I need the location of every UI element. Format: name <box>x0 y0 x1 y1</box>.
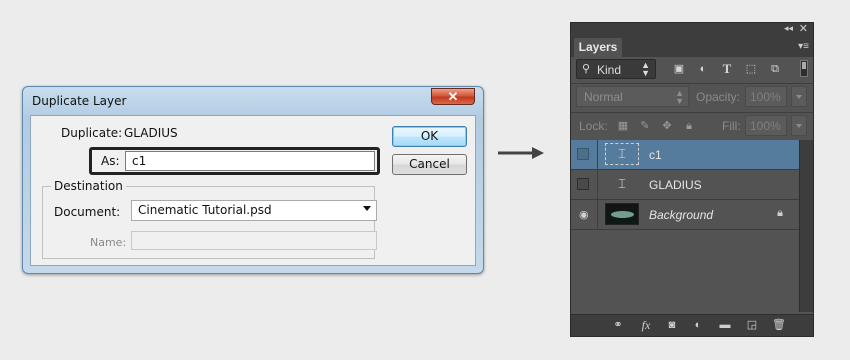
layer-name[interactable]: c1 <box>649 148 662 162</box>
lock-pixels-icon[interactable]: ✎ <box>639 120 651 132</box>
duplicate-value: GLADIUS <box>124 126 178 140</box>
as-label: As: <box>101 154 120 168</box>
blend-mode-select[interactable]: Normal ▲ ▼ <box>576 86 689 107</box>
lock-icon: 🔒︎ <box>777 207 783 219</box>
fill-label: Fill: <box>722 119 741 133</box>
blend-mode-value: Normal <box>584 90 623 104</box>
smart-object-filter-icon[interactable]: ⧉ <box>769 63 781 75</box>
as-field-highlight: As: c1 <box>89 147 380 175</box>
updown-icon: ▲ ▼ <box>675 88 684 106</box>
type-filter-icon[interactable]: T <box>721 62 733 75</box>
eye-icon[interactable]: ◉ <box>579 208 589 221</box>
adjustment-filter-icon[interactable]: ◐ <box>697 63 709 75</box>
kind-filter-value: Kind <box>597 63 622 77</box>
document-select[interactable]: Cinematic Tutorial.psd <box>131 200 377 221</box>
separator <box>571 112 813 113</box>
fx-icon[interactable]: fx <box>639 318 653 332</box>
layer-row-c1[interactable]: ⌶ c1 <box>571 140 799 170</box>
updown-icon: ▲ ▼ <box>641 60 650 78</box>
search-icon: ⚲ <box>582 63 591 75</box>
close-button[interactable]: ✕ <box>431 88 475 105</box>
ok-button[interactable]: OK <box>392 126 467 147</box>
panel-topbar: ◂◂ ✕ <box>571 23 813 37</box>
panel-footer: ⚭ fx ◙ ◐ ▬ ◲ 🗑︎ <box>571 314 813 336</box>
divider <box>597 200 598 229</box>
lock-all-icon[interactable]: 🔒︎ <box>683 120 695 132</box>
document-select-value: Cinematic Tutorial.psd <box>138 203 272 217</box>
cancel-button[interactable]: Cancel <box>392 154 467 175</box>
document-label: Document: <box>54 205 121 219</box>
fill-input[interactable]: 100% <box>745 115 787 136</box>
separator <box>571 83 813 84</box>
mask-icon[interactable]: ◙ <box>665 318 679 332</box>
adjustment-icon[interactable]: ◐ <box>691 318 705 332</box>
divider <box>597 170 598 199</box>
divider <box>597 140 598 169</box>
layer-thumbnail <box>605 203 639 225</box>
visibility-toggle[interactable] <box>577 148 589 160</box>
text-layer-icon: ⌶ <box>605 143 639 165</box>
opacity-input[interactable]: 100% <box>745 86 787 107</box>
collapse-icon[interactable]: ◂◂ <box>784 23 793 34</box>
folder-icon[interactable]: ▬ <box>718 318 732 332</box>
panel-tabrow: Layers ▾≡ <box>571 37 813 57</box>
new-layer-icon[interactable]: ◲ <box>745 318 759 332</box>
layer-row-gladius[interactable]: ⌶ GLADIUS <box>571 170 799 200</box>
name-input[interactable] <box>131 231 377 250</box>
lock-transparent-icon[interactable]: ▦ <box>617 120 629 132</box>
dialog-titlebar[interactable]: Duplicate Layer ✕ <box>23 87 483 115</box>
layer-name[interactable]: Background <box>649 208 713 222</box>
lock-position-icon[interactable]: ✥ <box>661 120 673 132</box>
dialog-title: Duplicate Layer <box>32 94 127 108</box>
as-input[interactable]: c1 <box>125 151 375 171</box>
link-icon[interactable]: ⚭ <box>611 318 625 332</box>
opacity-dropdown[interactable] <box>791 86 807 107</box>
filter-toggle[interactable] <box>800 60 808 77</box>
visibility-toggle[interactable] <box>577 178 589 190</box>
opacity-label: Opacity: <box>696 90 741 104</box>
text-layer-icon: ⌶ <box>618 176 626 191</box>
layers-panel: ◂◂ ✕ Layers ▾≡ ⚲ Kind ▲ ▼ ▣ ◐ T ⬚ ⧉ Norma… <box>570 22 814 337</box>
dialog-body: Duplicate: GLADIUS As: c1 OK Cancel Dest… <box>30 115 476 266</box>
image-filter-icon[interactable]: ▣ <box>673 63 685 75</box>
layers-scrollbar[interactable] <box>799 140 813 312</box>
destination-group: Destination Document: Cinematic Tutorial… <box>42 179 377 259</box>
name-label: Name: <box>90 236 127 249</box>
duplicate-label: Duplicate: <box>61 126 123 140</box>
chevron-down-icon <box>363 206 371 211</box>
layers-list: ⌶ c1 ⌶ GLADIUS ◉ Background 🔒︎ <box>571 140 799 312</box>
destination-legend: Destination <box>51 179 126 193</box>
fill-dropdown[interactable] <box>791 115 807 136</box>
trash-icon[interactable]: 🗑︎ <box>772 318 786 332</box>
layer-name[interactable]: GLADIUS <box>649 178 702 192</box>
panel-menu-icon[interactable]: ▾≡ <box>798 41 809 52</box>
close-icon[interactable]: ✕ <box>799 22 808 35</box>
lock-label: Lock: <box>579 119 608 133</box>
arrow-right-icon <box>498 147 544 159</box>
shape-filter-icon[interactable]: ⬚ <box>745 63 757 75</box>
tab-layers[interactable]: Layers <box>574 38 622 57</box>
kind-filter-select[interactable]: ⚲ Kind ▲ ▼ <box>576 59 656 79</box>
duplicate-layer-dialog: Duplicate Layer ✕ Duplicate: GLADIUS As:… <box>22 86 484 274</box>
layer-row-background[interactable]: ◉ Background 🔒︎ <box>571 200 799 230</box>
